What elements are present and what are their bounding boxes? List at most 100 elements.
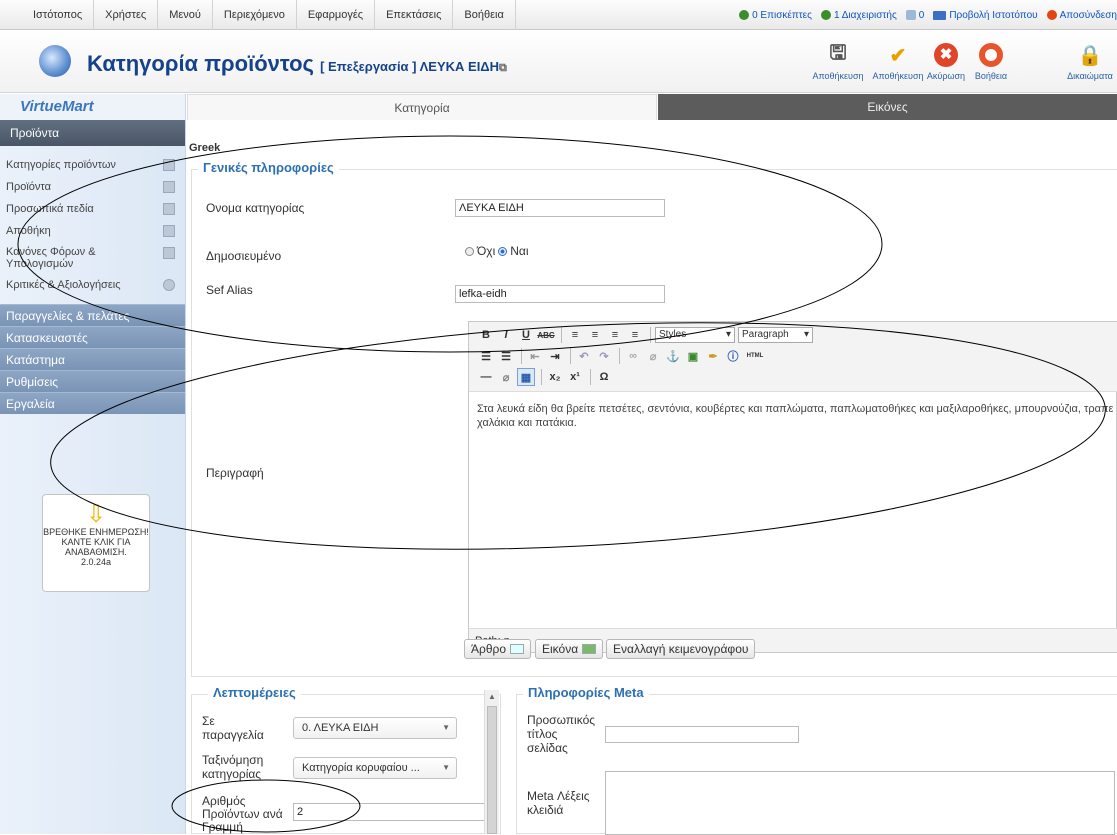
subscript-icon[interactable]: x₂ <box>546 368 564 386</box>
sidebar-item-products[interactable]: Προϊόντα <box>0 176 185 198</box>
save-close-button[interactable]: ✔ Αποθήκευση <box>868 41 928 82</box>
undo-icon[interactable]: ↶ <box>575 347 593 365</box>
menu-item-extensions[interactable]: Επεκτάσεις <box>375 0 454 30</box>
details-scrollbar[interactable]: ▲ <box>484 690 499 834</box>
published-yes-radio[interactable] <box>498 246 508 256</box>
sidebar-item-categories[interactable]: Κατηγορίες προϊόντων <box>0 154 185 176</box>
admins-status[interactable]: 1 Διαχειριστής <box>820 10 897 21</box>
sidebar-item-custom-fields[interactable]: Προσωπικά πεδία <box>0 198 185 220</box>
tab-category[interactable]: Κατηγορία <box>187 94 657 120</box>
virtuemart-logo: VirtueMart <box>0 94 185 120</box>
toolbar-separator <box>619 348 620 364</box>
menu-item-users[interactable]: Χρήστες <box>94 0 159 30</box>
editor-content[interactable]: Στα λευκά είδη θα βρείτε πετσέτες, σεντό… <box>477 402 1113 430</box>
unlink-icon[interactable]: ⌀ <box>644 347 662 365</box>
category-name-input[interactable] <box>455 199 665 217</box>
toolbar-separator <box>561 327 562 343</box>
strikethrough-icon[interactable]: ABC <box>537 326 555 344</box>
custom-page-title-input[interactable] <box>605 726 799 743</box>
image-button[interactable]: Εικόνα <box>535 639 604 659</box>
outdent-icon[interactable]: ⇤ <box>526 347 544 365</box>
sidebar-group-orders[interactable]: Παραγγελίες & πελάτες <box>0 304 185 326</box>
bullet-list-icon[interactable]: ☰ <box>477 347 495 365</box>
sef-alias-input[interactable] <box>455 285 665 303</box>
article-button[interactable]: Άρθρο <box>464 639 532 659</box>
permissions-label: Δικαιώματα <box>1067 71 1113 81</box>
save-close-label: Αποθήκευση <box>872 71 924 81</box>
link-icon[interactable]: ∞ <box>624 347 642 365</box>
category-name-label: Ονομα κατηγορίας <box>206 201 305 215</box>
scrollbar-thumb[interactable] <box>487 706 497 834</box>
logout-icon <box>1046 10 1057 20</box>
meta-fieldset: Πληροφορίες Meta Προσωπικός τίτλος σελίδ… <box>516 685 1117 835</box>
numbered-list-icon[interactable]: ☰ <box>497 347 515 365</box>
help-button[interactable]: Βοήθεια <box>968 41 1014 81</box>
align-center-icon[interactable]: ≡ <box>586 326 604 344</box>
superscript-icon[interactable]: x¹ <box>566 368 584 386</box>
details-fieldset: Λεπτομέρειες Σε παραγγελία 0. ΛΕΥΚΑ ΕΙΔΗ… <box>191 685 501 834</box>
cancel-button[interactable]: ✖ Ακύρωση <box>921 41 971 81</box>
sidebar-item-reviews[interactable]: Κριτικές & Αξιολογήσεις <box>0 274 185 296</box>
save-button[interactable]: 🖫 Αποθήκευση <box>808 41 868 81</box>
admin-icon <box>820 10 831 20</box>
toggle-editor-button[interactable]: Εναλλαγή κειμενογράφου <box>606 639 756 659</box>
indent-icon[interactable]: ⇥ <box>546 347 564 365</box>
sort-select-value: Κατηγορία κορυφαίου ... <box>302 762 420 774</box>
special-char-icon[interactable]: Ω <box>595 368 613 386</box>
fields-icon <box>163 203 175 215</box>
align-justify-icon[interactable]: ≡ <box>626 326 644 344</box>
align-right-icon[interactable]: ≡ <box>606 326 624 344</box>
menu-item-content[interactable]: Περιεχόμενο <box>213 0 297 30</box>
scroll-up-icon[interactable]: ▲ <box>488 692 496 701</box>
format-select[interactable]: Paragraph ▾ <box>738 327 813 343</box>
menu-item-menus[interactable]: Μενού <box>158 0 213 30</box>
sort-select[interactable]: Κατηγορία κορυφαίου ... ▼ <box>293 757 457 779</box>
messages-status[interactable]: 0 <box>905 10 924 21</box>
published-no-radio[interactable] <box>465 246 474 256</box>
permissions-button[interactable]: 🔒 Δικαιώματα <box>1060 41 1117 82</box>
external-link-icon[interactable]: ⧉ <box>499 62 507 74</box>
sidebar-group-tools[interactable]: Εργαλεία <box>0 392 185 414</box>
italic-icon[interactable]: I <box>497 326 515 344</box>
horizontal-rule-icon[interactable]: — <box>477 368 495 386</box>
save-label: Αποθήκευση <box>812 71 864 81</box>
sidebar-item-tax-rules[interactable]: Κανόνες Φόρων & Υπολογισμών <box>0 242 185 274</box>
sidebar-item-label: Κριτικές & Αξιολογήσεις <box>6 279 121 291</box>
meta-keywords-textarea[interactable] <box>605 771 1115 835</box>
html-icon[interactable]: HTML <box>744 347 766 365</box>
sidebar-group-manufacturers[interactable]: Κατασκευαστές <box>0 326 185 348</box>
bold-icon[interactable]: B <box>477 326 495 344</box>
logout-link[interactable]: Αποσύνδεση <box>1046 10 1117 21</box>
redo-icon[interactable]: ↷ <box>595 347 613 365</box>
eraser-icon[interactable]: ⌀ <box>497 368 515 386</box>
sidebar-item-label: Προσωπικά πεδία <box>6 203 94 215</box>
page-subtitle: [ Επεξεργασία ] ΛΕΥΚΑ ΕΙΔΗ <box>320 59 500 74</box>
menu-item-site[interactable]: Ιστότοπος <box>22 0 95 30</box>
sidebar-group-configuration[interactable]: Ρυθμίσεις <box>0 370 185 392</box>
anchor-icon[interactable]: ⚓ <box>664 347 682 365</box>
sidebar-section-products[interactable]: Προϊόντα <box>0 120 185 146</box>
description-editor: B I U ABC ≡ ≡ ≡ ≡ Styles ▾ Paragraph ▾ ☰ ☰… <box>468 321 1117 653</box>
cleanup-icon[interactable]: ✒ <box>704 347 722 365</box>
view-site-link[interactable]: Προβολή Ιστοτόπου <box>933 10 1038 21</box>
picture-icon <box>582 644 597 654</box>
sidebar-group-shop[interactable]: Κατάστημα <box>0 348 185 370</box>
align-left-icon[interactable]: ≡ <box>566 326 584 344</box>
underline-icon[interactable]: U <box>517 326 535 344</box>
table-icon[interactable]: ▦ <box>517 368 535 386</box>
menu-item-help[interactable]: Βοήθεια <box>453 0 516 30</box>
visitors-status[interactable]: 0 Επισκέπτες <box>739 10 812 21</box>
tab-images[interactable]: Εικόνες <box>658 94 1117 120</box>
help-icon[interactable]: ⓘ <box>724 347 742 365</box>
styles-select[interactable]: Styles ▾ <box>655 327 735 343</box>
menu-item-components[interactable]: Εφαρμογές <box>297 0 376 30</box>
chevron-down-icon: ▼ <box>442 723 450 732</box>
image-icon[interactable]: ▣ <box>684 347 702 365</box>
version-label: 2.0.24a <box>80 557 112 567</box>
sidebar-item-inventory[interactable]: Αποθήκη <box>0 220 185 242</box>
update-notice[interactable]: ⇩ ΒΡΕΘΗΚΕ ΕΝΗΜΕΡΩΣΗ! ΚΑΝΤΕ ΚΛΙΚ ΓΙΑ ΑΝΑΒ… <box>42 494 150 592</box>
order-select[interactable]: 0. ΛΕΥΚΑ ΕΙΔΗ ▼ <box>293 717 457 739</box>
calculator-icon <box>163 247 175 259</box>
editor-content-line: Στα λευκά είδη θα βρείτε πετσέτες, σεντό… <box>477 403 1113 415</box>
products-per-row-input[interactable] <box>293 803 489 821</box>
